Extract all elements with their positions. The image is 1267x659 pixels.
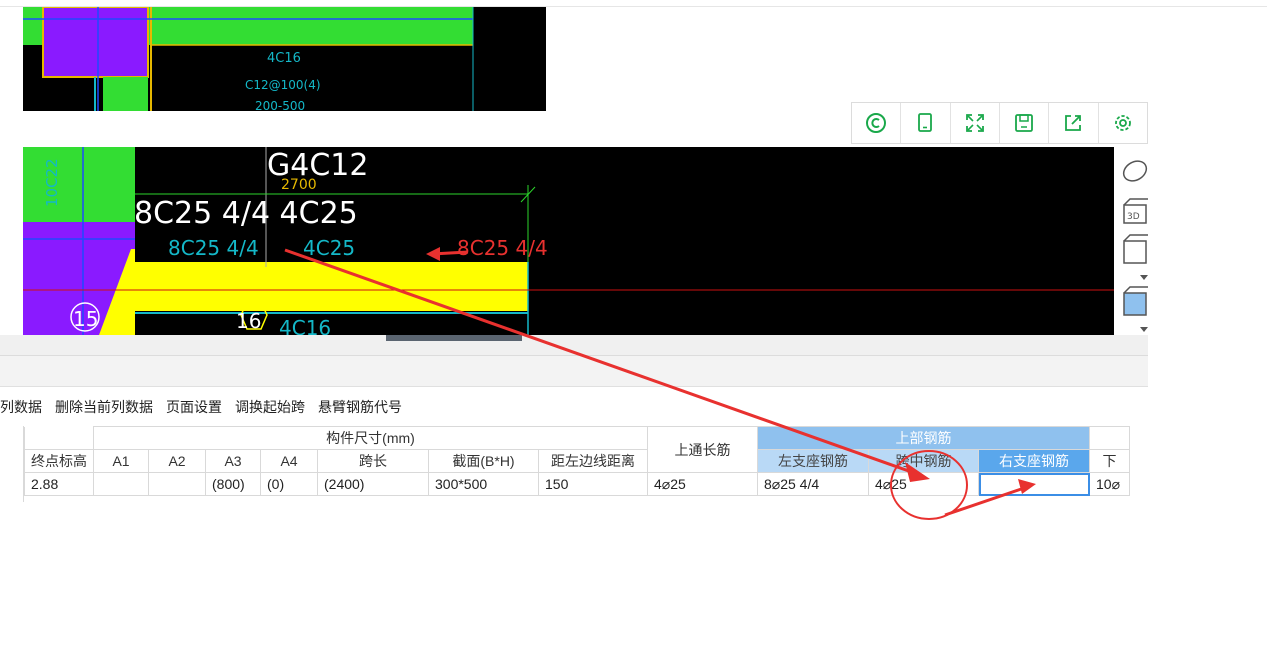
annotation-circle: [890, 450, 968, 520]
annotation-arrow-right: [944, 484, 1031, 517]
annotation-arrow-long: [284, 248, 921, 477]
annotation-overlay: [284, 247, 1036, 520]
